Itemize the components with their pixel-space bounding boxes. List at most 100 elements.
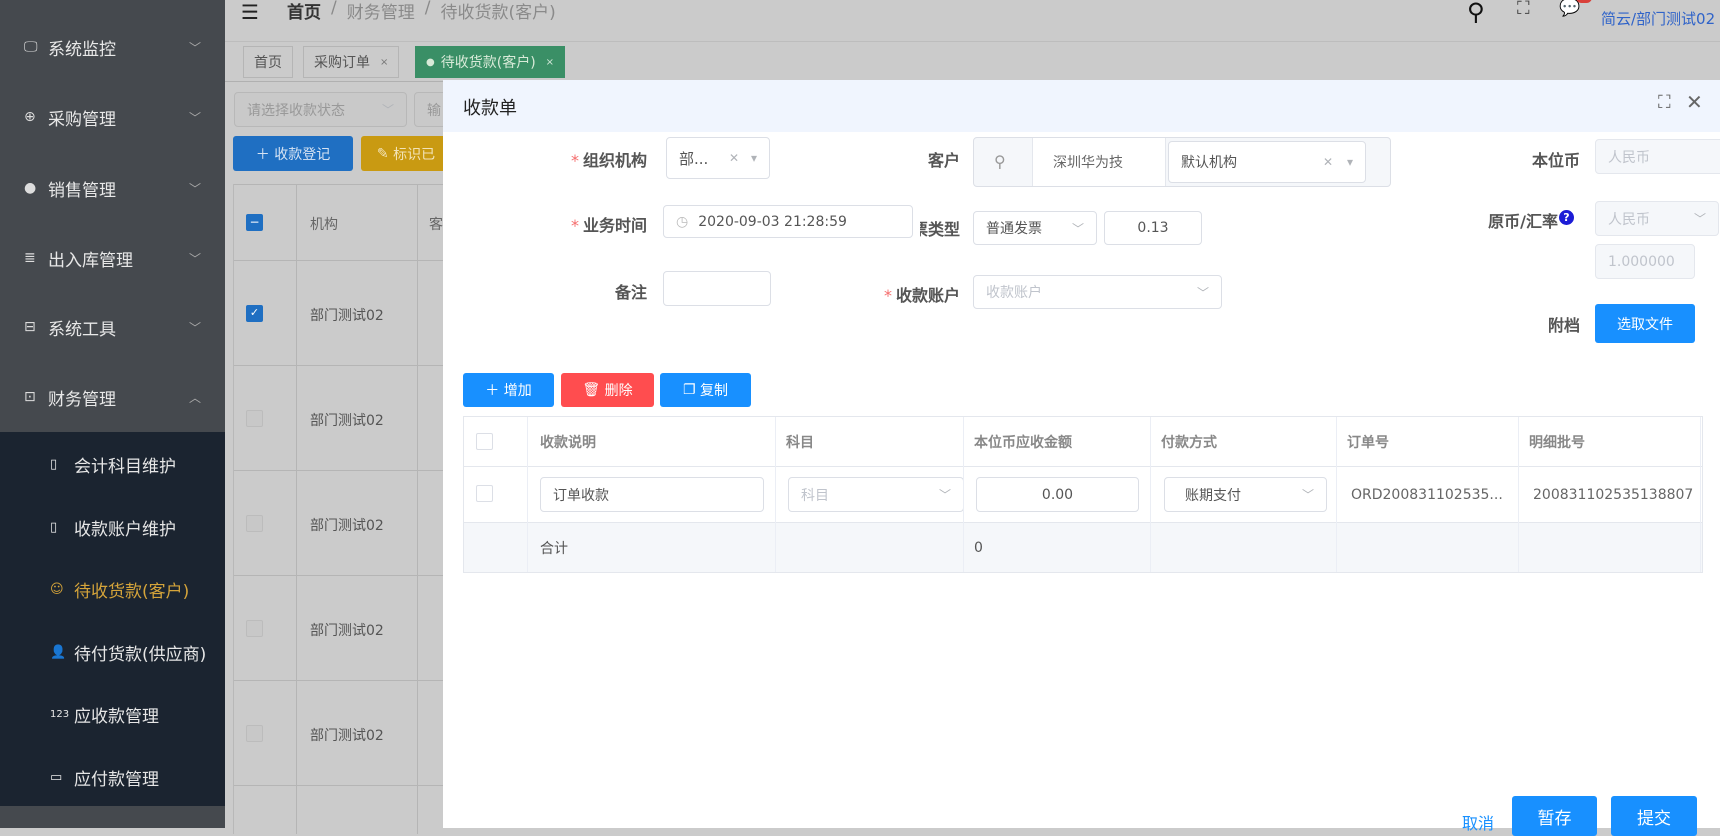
dot-icon: ● xyxy=(426,56,435,68)
row-checkbox[interactable] xyxy=(246,725,263,742)
tab-purchase-order[interactable]: 采购订单 × xyxy=(303,46,400,78)
copy-icon: ❐ xyxy=(682,382,700,398)
submenu-item-payable-supplier[interactable]: 👤 待付货款(供应商) xyxy=(0,622,225,682)
chevron-down-icon: ﹀ xyxy=(938,488,951,502)
background-table: − 机构 客 ✓ 部门测试02 部门测试02 部门测试02 部门测试02 部门测试… xyxy=(233,184,444,834)
submit-button[interactable]: 提交 xyxy=(1611,796,1697,836)
row-checkbox[interactable] xyxy=(246,620,263,637)
table-header: − 机构 客 xyxy=(234,184,444,261)
submenu-item-receivable-customer[interactable]: ☺ 待收货款(客户) xyxy=(0,559,225,619)
payment-method-select[interactable]: 账期支付 ﹀ xyxy=(1164,477,1327,512)
search-icon[interactable]: ⚲ xyxy=(1467,0,1485,26)
exchange-rate-input[interactable]: 1.000000 xyxy=(1595,244,1695,279)
remark-label: 备注 xyxy=(614,283,647,302)
number-icon: 123 xyxy=(50,708,70,720)
dialog-title: 收款单 xyxy=(463,98,517,119)
table-row[interactable]: ✓ 部门测试02 xyxy=(234,261,444,366)
doc-icon: ▯ xyxy=(50,519,58,535)
save-draft-button[interactable]: 暂存 xyxy=(1512,796,1597,836)
tax-rate-input[interactable]: 0.13 xyxy=(1104,211,1202,245)
mark-button[interactable]: ✎ 标识已 xyxy=(361,136,451,171)
trash-icon: 🗑 xyxy=(582,382,605,398)
table-row[interactable]: 部门测试02 xyxy=(234,681,444,786)
business-time-picker[interactable]: ◷ 2020-09-03 21:28:59 xyxy=(663,205,913,238)
receipt-account-select[interactable]: 收款账户 ﹀ xyxy=(973,275,1222,309)
amount-input[interactable]: 0.00 xyxy=(976,477,1139,512)
sidebar-item-monitor[interactable]: 🖵 系统监控 ﹀ xyxy=(0,17,225,77)
customer-input[interactable]: 深圳华为技 xyxy=(1032,138,1166,186)
sidebar: 🖵 系统监控 ﹀ ⊕ 采购管理 ﹀ ● 销售管理 ﹀ ≣ 出入库管理 ﹀ ⊟ 系统工具 ﹀ ⊡ 财务管… xyxy=(0,0,225,828)
subject-select[interactable]: 科目 ﹀ xyxy=(788,477,963,512)
sidebar-item-tools[interactable]: ⊟ 系统工具 ﹀ xyxy=(0,297,225,357)
original-currency-select[interactable]: 人民币 ﹀ xyxy=(1595,201,1719,236)
finance-icon: ⊡ xyxy=(24,389,36,405)
attachment-label: 附档 xyxy=(1547,316,1580,335)
user-menu[interactable]: 简云/部门测试02 xyxy=(1601,8,1715,29)
delete-row-button[interactable]: 🗑 删除 xyxy=(561,373,654,407)
chevron-down-icon: ﹀ xyxy=(188,181,201,196)
row-checkbox[interactable]: ✓ xyxy=(246,305,263,322)
choose-file-button[interactable]: 选取文件 xyxy=(1595,304,1695,343)
submenu-item-payables[interactable]: ▭ 应付款管理 xyxy=(0,747,225,807)
copy-row-button[interactable]: ❐ 复制 xyxy=(660,373,751,407)
add-row-button[interactable]: ＋ 增加 xyxy=(463,373,554,407)
select-all-checkbox[interactable] xyxy=(476,433,493,450)
sidebar-item-finance[interactable]: ⊡ 财务管理 ︿ xyxy=(0,367,225,427)
close-icon[interactable]: ✕ xyxy=(1686,90,1703,114)
sidebar-item-inventory[interactable]: ≣ 出入库管理 ﹀ xyxy=(0,228,225,288)
cancel-button[interactable]: 取消 xyxy=(1462,810,1494,834)
sidebar-item-purchase[interactable]: ⊕ 采购管理 ﹀ xyxy=(0,87,225,147)
tablet-icon: ▭ xyxy=(50,769,63,785)
chevron-down-icon: ﹀ xyxy=(1693,212,1706,226)
monitor-icon: 🖵 xyxy=(24,39,38,55)
org-label: * 组织机构 xyxy=(570,151,647,170)
edit-icon: ✎ xyxy=(376,145,394,162)
clear-icon[interactable]: ✕ xyxy=(729,151,739,165)
close-icon[interactable]: × xyxy=(380,57,388,68)
clock-icon: ◷ xyxy=(676,213,689,230)
remark-input[interactable] xyxy=(663,271,771,306)
breadcrumb: 首页 / 财务管理 / 待收货款(客户) xyxy=(287,0,556,23)
time-label: * 业务时间 xyxy=(570,216,647,235)
account-label: * 收款账户 xyxy=(883,286,960,305)
row-checkbox[interactable] xyxy=(246,410,263,427)
invoice-type-label: 票类型 xyxy=(920,220,960,239)
chevron-down-icon: ﹀ xyxy=(188,320,201,335)
maximize-icon[interactable]: ⛶ xyxy=(1658,92,1671,113)
fullscreen-icon[interactable]: ⛶ xyxy=(1517,0,1530,19)
table-row[interactable]: 部门测试02 xyxy=(234,576,444,681)
exchange-rate-label: 原币/汇率 xyxy=(1488,212,1558,231)
caret-down-icon: ▾ xyxy=(750,151,757,165)
table-row[interactable]: 部门测试02 xyxy=(234,471,444,576)
customer-org-select[interactable]: 默认机构 ✕ ▾ xyxy=(1168,141,1366,183)
menu-toggle-icon[interactable]: ☰ xyxy=(241,0,259,24)
receipt-dialog: 收款单 ⛶ ✕ * 组织机构 部... ✕ ▾ 客户 ⚲ 深圳华为技 默认机构 ✕ ▾ 本… xyxy=(443,80,1720,836)
chevron-down-icon: ﹀ xyxy=(188,40,201,55)
table-row[interactable]: 部门测试02 xyxy=(234,366,444,471)
row-checkbox[interactable] xyxy=(246,515,263,532)
close-icon[interactable]: × xyxy=(546,57,554,68)
submenu-item-receipt-accounts[interactable]: ▯ 收款账户维护 xyxy=(0,497,225,557)
help-icon[interactable]: ? xyxy=(1559,210,1574,225)
submenu-item-receivables[interactable]: 123 应收款管理 xyxy=(0,684,225,744)
clear-icon[interactable]: ✕ xyxy=(1323,155,1333,169)
customer-group: ⚲ 深圳华为技 默认机构 ✕ ▾ xyxy=(973,137,1391,187)
org-select[interactable]: 部... ✕ ▾ xyxy=(666,137,770,179)
sidebar-item-sales[interactable]: ● 销售管理 ﹀ xyxy=(0,158,225,218)
submenu-item-accounts[interactable]: ▯ 会计科目维护 xyxy=(0,434,225,494)
chevron-down-icon: ﹀ xyxy=(188,251,201,266)
search-icon[interactable]: ⚲ xyxy=(994,152,1006,171)
invoice-type-select[interactable]: 普通发票 ﹀ xyxy=(973,211,1097,245)
message-icon[interactable]: 💬 xyxy=(1559,0,1580,18)
select-all-checkbox[interactable]: − xyxy=(246,214,263,231)
plus-icon: ＋ xyxy=(485,383,504,399)
message-badge: 1 xyxy=(1576,0,1593,3)
row-checkbox[interactable] xyxy=(476,485,493,502)
earth-icon: ● xyxy=(24,180,37,196)
register-receipt-button[interactable]: ＋ 收款登记 xyxy=(233,136,353,171)
tab-bar: 首页 采购订单 × ● 待收货款(客户) × xyxy=(225,42,1720,82)
tab-receivable-customer[interactable]: ● 待收货款(客户) × xyxy=(415,46,566,78)
status-select[interactable]: 请选择收款状态 ﹀ xyxy=(234,92,407,127)
description-input[interactable]: 订单收款 xyxy=(540,477,764,512)
tab-home[interactable]: 首页 xyxy=(243,46,293,78)
